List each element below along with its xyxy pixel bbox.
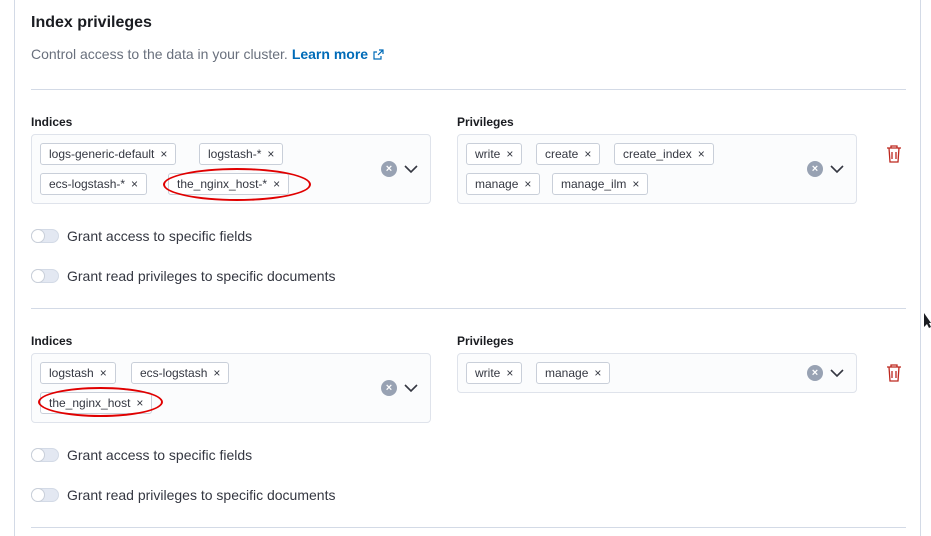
- privilege-pill: write ×: [466, 362, 523, 384]
- remove-icon[interactable]: ×: [632, 174, 639, 194]
- indices-label: Indices: [31, 334, 73, 348]
- pill-label: logs-generic-default: [49, 147, 155, 161]
- remove-icon[interactable]: ×: [506, 144, 513, 164]
- remove-icon[interactable]: ×: [506, 363, 513, 383]
- pill-label: logstash: [49, 366, 94, 380]
- section-title: Index privileges: [31, 14, 152, 31]
- remove-icon[interactable]: ×: [100, 363, 107, 383]
- index-pill: ecs-logstash-* ×: [40, 173, 148, 195]
- grant-fields-toggle[interactable]: [31, 448, 59, 462]
- trash-icon[interactable]: [886, 364, 902, 382]
- toggle-knob: [31, 448, 45, 462]
- remove-icon[interactable]: ×: [267, 144, 274, 164]
- pill-label: logstash-*: [208, 147, 262, 161]
- pill-label: the_nginx_host-*: [177, 177, 268, 191]
- privilege-pill: create ×: [536, 143, 601, 165]
- divider: [31, 308, 906, 309]
- remove-icon[interactable]: ×: [698, 144, 705, 164]
- remove-icon[interactable]: ×: [273, 174, 280, 194]
- remove-icon[interactable]: ×: [594, 363, 601, 383]
- pill-label: write: [475, 366, 501, 380]
- pill-label: create_index: [623, 147, 692, 161]
- chevron-down-icon[interactable]: [830, 164, 844, 174]
- grant-documents-label: Grant read privileges to specific docume…: [67, 268, 336, 284]
- grant-documents-label: Grant read privileges to specific docume…: [67, 487, 336, 503]
- index-pill: logstash ×: [40, 362, 116, 384]
- remove-icon[interactable]: ×: [584, 144, 591, 164]
- index-pill: logs-generic-default ×: [40, 143, 177, 165]
- grant-documents-toggle[interactable]: [31, 488, 59, 502]
- indices-combobox[interactable]: logs-generic-default × logstash-* × ecs-lo…: [31, 134, 431, 204]
- pill-label: create: [545, 147, 579, 161]
- mouse-cursor-icon: [924, 313, 931, 328]
- chevron-down-icon[interactable]: [404, 164, 418, 174]
- external-link-icon: [373, 49, 384, 60]
- privilege-pill: create_index ×: [614, 143, 714, 165]
- grant-fields-label: Grant access to specific fields: [67, 228, 253, 244]
- privilege-pill: manage ×: [466, 173, 541, 195]
- clear-icon[interactable]: ×: [807, 365, 823, 381]
- privileges-label: Privileges: [457, 115, 514, 129]
- grant-documents-toggle[interactable]: [31, 269, 59, 283]
- pill-label: manage: [545, 366, 589, 380]
- pill-label: ecs-logstash: [140, 366, 208, 380]
- privileges-combobox[interactable]: write × manage × ×: [457, 353, 857, 393]
- toggle-knob: [31, 488, 45, 502]
- privileges-combobox[interactable]: write × create × create_index × manage × man…: [457, 134, 857, 204]
- description-text: Control access to the data in your clust…: [31, 46, 288, 62]
- clear-icon[interactable]: ×: [381, 380, 397, 396]
- clear-icon[interactable]: ×: [381, 161, 397, 177]
- privilege-pill: manage_ilm ×: [552, 173, 649, 195]
- pill-label: write: [475, 147, 501, 161]
- index-pill: the_nginx_host ×: [40, 392, 153, 414]
- pill-label: manage_ilm: [561, 177, 627, 191]
- privilege-pill: write ×: [466, 143, 523, 165]
- remove-icon[interactable]: ×: [524, 174, 531, 194]
- grant-fields-label: Grant access to specific fields: [67, 447, 253, 463]
- section-description: Control access to the data in your clust…: [31, 46, 384, 62]
- pill-label: ecs-logstash-*: [49, 177, 126, 191]
- divider: [31, 89, 906, 90]
- grant-fields-toggle[interactable]: [31, 229, 59, 243]
- privileges-label: Privileges: [457, 334, 514, 348]
- clear-icon[interactable]: ×: [807, 161, 823, 177]
- learn-more-link[interactable]: Learn more: [292, 46, 384, 62]
- toggle-knob: [31, 269, 45, 283]
- pill-label: the_nginx_host: [49, 396, 131, 410]
- indices-label: Indices: [31, 115, 73, 129]
- toggle-knob: [31, 229, 45, 243]
- index-pill: ecs-logstash ×: [131, 362, 230, 384]
- remove-icon[interactable]: ×: [136, 393, 143, 413]
- remove-icon[interactable]: ×: [160, 144, 167, 164]
- pill-label: manage: [475, 177, 519, 191]
- chevron-down-icon[interactable]: [830, 368, 844, 378]
- chevron-down-icon[interactable]: [404, 383, 418, 393]
- remove-icon[interactable]: ×: [131, 174, 138, 194]
- divider: [31, 527, 906, 528]
- privilege-pill: manage ×: [536, 362, 611, 384]
- indices-combobox[interactable]: logstash × ecs-logstash × the_nginx_host × …: [31, 353, 431, 423]
- trash-icon[interactable]: [886, 145, 902, 163]
- learn-more-label: Learn more: [291, 46, 369, 62]
- index-pill: the_nginx_host-* ×: [168, 173, 290, 195]
- remove-icon[interactable]: ×: [213, 363, 220, 383]
- index-pill: logstash-* ×: [199, 143, 284, 165]
